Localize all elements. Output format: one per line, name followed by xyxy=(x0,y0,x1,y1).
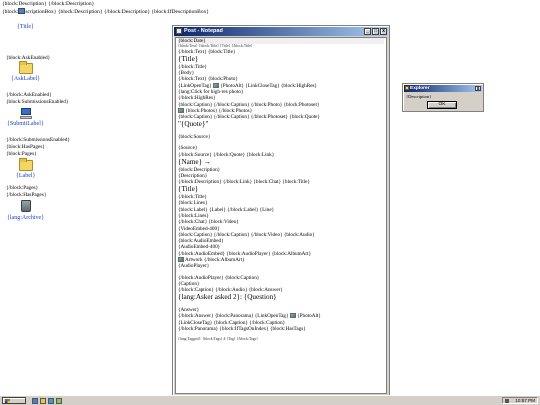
explorer-titlebar[interactable]: Explorer x xyxy=(404,85,482,92)
desktop-quicklaunch-icon[interactable] xyxy=(32,398,38,404)
pages-end-tag: {/block:Pages} xyxy=(6,185,39,191)
explorer-description: {Description} xyxy=(406,94,432,99)
browser-quicklaunch-icon[interactable] xyxy=(48,398,54,404)
explorer-dialog[interactable]: Explorer x {Description} OK xyxy=(402,83,484,112)
ask-label-link[interactable]: {AskLabel} xyxy=(11,76,40,83)
explorer-quicklaunch-icon[interactable] xyxy=(40,398,46,404)
has-pages-tag: {block:HasPages} xyxy=(6,144,45,150)
ask-enabled-tag: {block:AskEnabled} xyxy=(6,55,51,61)
folder-icon xyxy=(405,86,409,90)
notepad-line: "{Quote}" xyxy=(178,120,209,129)
computer-icon[interactable] xyxy=(20,108,32,119)
photo-placeholder-icon xyxy=(178,256,184,262)
clock: 10:57 PM xyxy=(515,398,535,403)
photo-placeholder-icon xyxy=(213,82,220,88)
minimize-button[interactable]: _ xyxy=(364,28,371,35)
explorer-title: Explorer xyxy=(410,86,430,91)
system-tray: 10:57 PM xyxy=(502,397,538,404)
photo-placeholder-icon xyxy=(289,313,296,319)
notepad-line: {Title} xyxy=(178,55,199,64)
ask-folder-icon[interactable] xyxy=(19,61,33,74)
notepad-icon xyxy=(176,28,182,34)
pages-folder-icon[interactable] xyxy=(19,158,33,171)
archive-link[interactable]: {lang:Archive} xyxy=(7,215,44,222)
window-controls: _ □ x xyxy=(364,28,387,35)
computer-screen xyxy=(21,108,31,115)
notepad-line: {lang:Asker asked 2}: {Question} xyxy=(178,293,277,302)
has-pages-end-tag: {/block:HasPages} xyxy=(6,192,47,198)
desktop-icons-area: {Title} {block:AskEnabled} {AskLabel} {/… xyxy=(0,0,150,395)
submissions-end-tag: {/block:SubmissionsEnabled} xyxy=(6,137,70,143)
windows-logo-icon xyxy=(5,399,10,403)
desktop-title-link[interactable]: {Title} xyxy=(17,24,34,31)
label-link[interactable]: {Label} xyxy=(16,173,35,180)
taskbar: 10:57 PM xyxy=(0,395,540,405)
submissions-tag: {block:SubmissionsEnabled} xyxy=(6,99,69,105)
notepad-titlebar[interactable]: Post - Notepad _ □ x xyxy=(174,27,388,36)
recycle-bin-icon[interactable] xyxy=(21,200,31,212)
notepad-title: Post - Notepad xyxy=(184,28,223,34)
media-quicklaunch-icon[interactable] xyxy=(56,398,62,404)
close-button[interactable]: x xyxy=(380,28,387,35)
photo-placeholder-icon xyxy=(178,107,184,113)
ok-button[interactable]: OK xyxy=(427,101,457,109)
notepad-text-area[interactable]: {block:Date} {block:Text} {block:Title} {… xyxy=(175,37,387,394)
volume-icon[interactable] xyxy=(505,399,509,403)
notepad-line: {Name} → xyxy=(178,157,212,166)
notepad-window[interactable]: Post - Notepad _ □ x {block:Date} {block:… xyxy=(172,25,390,397)
pages-tag: {block:Pages} xyxy=(6,151,37,157)
submit-label-link[interactable]: {SubmitLabel} xyxy=(7,121,44,128)
maximize-button[interactable]: □ xyxy=(372,28,379,35)
notepad-line: {lang:Tagged}: {block:Tags} # {Tag} {/bl… xyxy=(178,337,258,342)
explorer-close-button[interactable]: x xyxy=(475,86,481,92)
ask-end-tag: {/block:AskEnabled} xyxy=(6,92,52,98)
computer-base xyxy=(20,116,32,119)
notepad-line: {Title} xyxy=(178,185,199,194)
start-button[interactable] xyxy=(2,397,26,404)
